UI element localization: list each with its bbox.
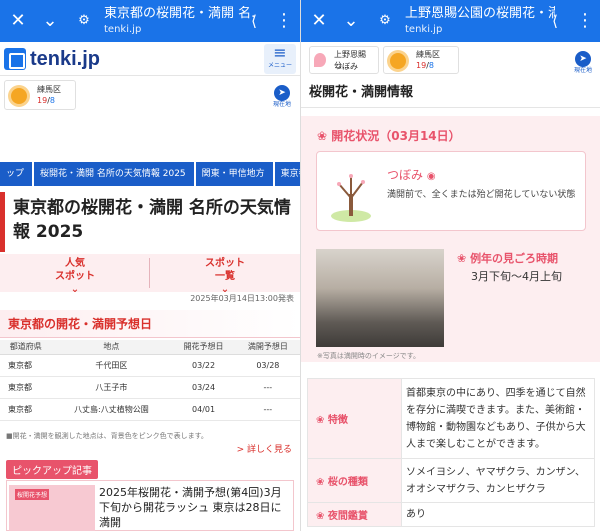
forecast-note: ■開花・満開を観測した地点は、背景色をピンク色で表します。: [6, 432, 208, 440]
tab-popular-spots[interactable]: 人気 スポット ⌄: [0, 254, 150, 295]
article-thumbnail: 桜開花予想: [9, 485, 95, 531]
chevron-down-icon: ⌄: [70, 284, 80, 295]
info-value: ソメイヨシノ、ヤマザクラ、カンザン、オオシマザクラ、カンヒザクラ: [401, 458, 595, 503]
see-more-link[interactable]: > 詳しく見る: [237, 442, 292, 455]
logo-icon: [4, 48, 26, 70]
table-header-row: 都道府県 地点 開花予想日 満開予想日: [0, 340, 300, 355]
table-row: ❀ 桜の種類 ソメイヨシノ、ヤマザクラ、カンザン、オオシマザクラ、カンヒザクラ: [307, 458, 595, 503]
more-menu-icon[interactable]: ⋮: [272, 9, 296, 33]
forecast-table: 都道府県 地点 開花予想日 満開予想日 東京都 千代田区 03/22 03/28…: [0, 340, 300, 421]
weather-area: 練馬区: [416, 50, 440, 59]
table-row[interactable]: 東京都 千代田区 03/22 03/28: [0, 354, 300, 377]
weather-chip[interactable]: 練馬区 19/8: [4, 80, 76, 110]
bloom-status: つぼみ ◉: [387, 168, 436, 182]
petal-icon: ❀: [316, 415, 325, 426]
page-heading: 東京都の桜開花・満開 名所の天気情報 2025: [0, 192, 300, 252]
forecast-heading: 東京都の開花・満開予想日: [0, 310, 300, 338]
bloom-status-card: つぼみ ◉ 満開前で、全くまたは殆ど開花していない状態: [316, 151, 586, 231]
left-pane: ✕ ⌄ ⚙ 東京都の桜開花・満開 名... tenki.jp ⟨ ⋮ tenki…: [0, 0, 300, 531]
current-location-button[interactable]: ➤ 現在地: [569, 46, 597, 76]
chevron-down-icon[interactable]: ⌄: [38, 9, 62, 33]
spot-tabs: 人気 スポット ⌄ スポット 一覧 ⌄: [0, 254, 300, 295]
breadcrumb-item[interactable]: 桜開花・満開 名所の天気情報 2025: [34, 162, 194, 186]
petal-icon: ❀: [316, 477, 325, 488]
info-value: 首都東京の中にあり、四季を通じて自然を存分に満喫できます。また、美術館・博物館・…: [401, 378, 595, 459]
site-settings-icon[interactable]: ⚙: [72, 9, 96, 33]
menu-button[interactable]: ≡ メニュー: [264, 44, 296, 74]
info-label: ❀ 桜の種類: [307, 458, 402, 503]
tab-spot-list[interactable]: スポット 一覧 ⌄: [150, 254, 300, 295]
sakura-icon: [314, 53, 326, 67]
announce-date: 2025年03月14日13:00発表: [190, 294, 294, 303]
more-menu-icon[interactable]: ⋮: [573, 9, 597, 33]
navigation-arrow-icon: ➤: [575, 51, 591, 67]
spot-status: つぼみ: [334, 62, 358, 71]
right-pane: ✕ ⌄ ⚙ 上野恩賜公園の桜開花・満 tenki.jp ⟨ ⋮ 上野恩賜公...…: [300, 0, 600, 531]
hamburger-icon: ≡: [273, 43, 287, 62]
bloom-heading: ❀ 開花状況（03月14日）: [317, 129, 461, 143]
tab-divider: [149, 258, 150, 288]
weather-temp: 19/8: [37, 96, 55, 105]
page-url: tenki.jp: [405, 24, 443, 35]
bud-icon: ◉: [426, 171, 436, 182]
tenki-logo[interactable]: tenki.jp: [4, 47, 100, 71]
sakura-tree-icon: [331, 174, 371, 222]
sun-icon: [390, 53, 406, 69]
spot-status-chip[interactable]: 上野恩賜公... つぼみ: [309, 46, 379, 74]
weather-area: 練馬区: [37, 85, 61, 94]
breadcrumb-item[interactable]: 東京都: [274, 162, 300, 186]
weather-chip[interactable]: 練馬区 19/8: [383, 46, 459, 74]
column-header: 都道府県: [0, 340, 52, 355]
table-row[interactable]: 東京都 八王子市 03/24 ---: [0, 376, 300, 399]
weather-temp: 19/8: [416, 61, 434, 70]
column-header: 開花予想日: [171, 340, 236, 355]
table-row[interactable]: 東京都 八丈島:八丈植物公園 04/01 ---: [0, 398, 300, 421]
breadcrumb: ップ 桜開花・満開 名所の天気情報 2025 関東・甲信地方 東京都: [0, 162, 300, 186]
breadcrumb-item[interactable]: 関東・甲信地方: [195, 162, 273, 186]
breadcrumb-item[interactable]: ップ: [0, 162, 33, 186]
pickup-label: ピックアップ記事: [6, 460, 98, 479]
pickup-article-card[interactable]: 桜開花予想 2025年桜開花・満開予想(第4回)3月下旬から開花ラッシュ 東京は…: [6, 480, 294, 531]
table-row: ❀ 夜間鑑賞 あり: [307, 502, 595, 527]
site-header: tenki.jp ≡ メニュー: [0, 42, 300, 76]
season-value: 3月下旬〜4月上旬: [471, 270, 562, 283]
column-header: 満開予想日: [235, 340, 300, 355]
season-heading: ❀ 例年の見ごろ時期: [457, 252, 559, 265]
navigation-arrow-icon: ➤: [274, 85, 290, 101]
table-row: ❀ 特徴 首都東京の中にあり、四季を通じて自然を存分に満喫できます。また、美術館…: [307, 378, 595, 459]
page-title-bar: 東京都の桜開花・満開 名...: [104, 6, 254, 21]
column-header: 地点: [51, 340, 172, 355]
bloom-description: 満開前で、全くまたは殆ど開花していない状態: [387, 190, 576, 200]
current-location-button[interactable]: ➤ 現在地: [268, 80, 296, 110]
petal-icon: ❀: [317, 129, 328, 143]
chevron-down-icon[interactable]: ⌄: [339, 9, 363, 33]
petal-icon: ❀: [457, 252, 467, 265]
close-icon[interactable]: ✕: [6, 9, 30, 33]
info-label: ❀ 夜間鑑賞: [307, 502, 402, 527]
share-icon[interactable]: ⟨: [242, 9, 266, 33]
browser-toolbar: ✕ ⌄ ⚙ 上野恩賜公園の桜開花・満 tenki.jp ⟨ ⋮: [301, 0, 600, 42]
info-label: ❀ 特徴: [307, 378, 402, 459]
section-title: 桜開花・満開情報: [301, 78, 600, 108]
spot-info-table: ❀ 特徴 首都東京の中にあり、四季を通じて自然を存分に満喫できます。また、美術館…: [307, 378, 595, 527]
photo-note: ※写真は満開時のイメージです。: [317, 352, 421, 360]
page-url: tenki.jp: [104, 24, 142, 35]
article-title: 2025年桜開花・満開予想(第4回)3月下旬から開花ラッシュ 東京は28日に満開: [99, 486, 282, 529]
page-title-bar: 上野恩賜公園の桜開花・満: [405, 6, 555, 21]
sun-icon: [11, 88, 27, 104]
info-value: あり: [401, 502, 595, 527]
petal-icon: ❀: [316, 511, 325, 522]
browser-toolbar: ✕ ⌄ ⚙ 東京都の桜開花・満開 名... tenki.jp ⟨ ⋮: [0, 0, 300, 42]
share-icon[interactable]: ⟨: [543, 9, 567, 33]
spot-photo: [316, 249, 444, 347]
site-settings-icon[interactable]: ⚙: [373, 9, 397, 33]
close-icon[interactable]: ✕: [307, 9, 331, 33]
